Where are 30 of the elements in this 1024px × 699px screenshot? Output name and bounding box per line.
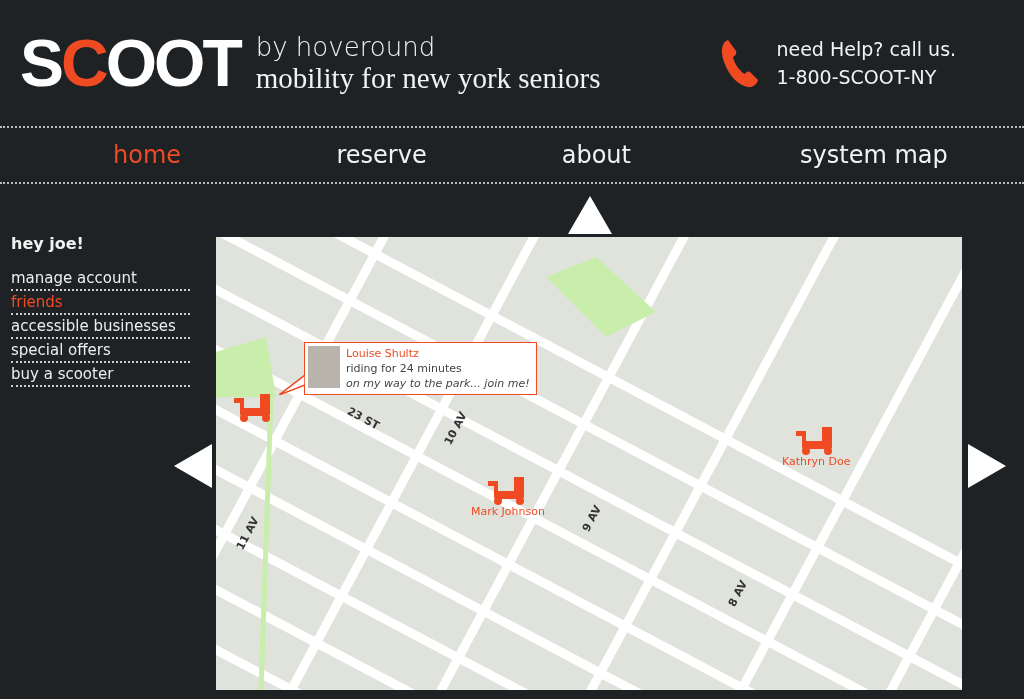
nav-link[interactable]: system map: [723, 141, 1024, 169]
street-label: 10 AV: [441, 409, 470, 448]
nav-link[interactable]: about: [468, 141, 724, 169]
street-label: 11 AV: [233, 514, 262, 553]
sidebar-link[interactable]: special offers: [11, 339, 190, 363]
sidebar-link[interactable]: friends: [11, 291, 190, 315]
popup-message: on my way to the park... join me!: [346, 376, 530, 391]
right-arrow-icon[interactable]: [968, 444, 1006, 488]
street-label: 8 AV: [725, 578, 751, 609]
rider-name[interactable]: Mark Johnson: [471, 505, 545, 518]
park-area: [216, 337, 276, 397]
phone-icon: [720, 38, 761, 88]
photo-placeholder: [308, 346, 340, 388]
help-text: need Help? call us.: [776, 37, 957, 62]
left-arrow-icon[interactable]: [174, 444, 212, 488]
sidebar-link[interactable]: buy a scooter: [11, 363, 190, 387]
greeting: hey joe!: [11, 234, 85, 253]
street-label: 23 ST: [344, 404, 382, 433]
phone-number[interactable]: 1-800-SCOOT-NY: [776, 63, 957, 91]
popup-name[interactable]: Louise Shultz: [346, 346, 530, 361]
nav-link[interactable]: reserve: [294, 141, 469, 169]
popup-status: riding for 24 minutes: [346, 361, 463, 376]
sidebar-link[interactable]: accessible businesses: [11, 315, 190, 339]
subtitle: mobility for new york seniors: [255, 61, 601, 95]
street-label: 9 AV: [579, 503, 605, 534]
sidebar-link[interactable]: manage account: [11, 267, 190, 291]
nav-link[interactable]: home: [0, 141, 295, 169]
up-arrow-icon[interactable]: [568, 196, 612, 234]
scoot-logo[interactable]: SCOOT: [20, 25, 248, 101]
tagline: by hoveround: [255, 31, 437, 62]
